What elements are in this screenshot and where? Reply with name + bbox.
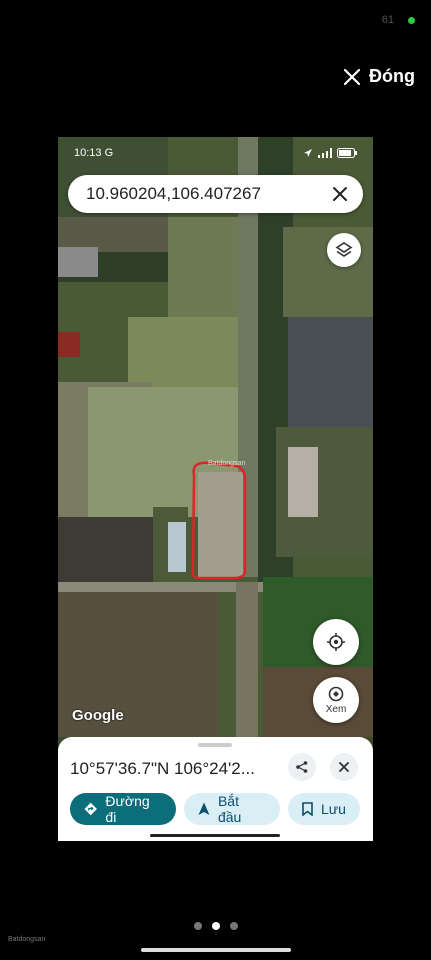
bookmark-icon: [302, 802, 313, 816]
clear-search-icon[interactable]: [331, 185, 349, 203]
search-input[interactable]: [84, 183, 328, 205]
navigation-arrow-icon: [198, 802, 210, 815]
save-button[interactable]: Lưu: [288, 793, 360, 825]
search-bar[interactable]: [68, 175, 363, 213]
directions-icon: [84, 802, 97, 816]
carrier-mark: G: [104, 147, 114, 159]
gallery-pagination: [0, 922, 431, 930]
crosshair-icon: [327, 633, 345, 651]
brand-logo: Batdongsan: [8, 936, 46, 943]
gesture-bar: [141, 948, 291, 952]
start-button[interactable]: Bắt đầu: [184, 793, 280, 825]
phone-time: 10:13: [74, 147, 102, 159]
close-sheet-icon: [339, 762, 349, 772]
phone-time-row: 10:13 G: [74, 147, 113, 159]
battery-icon: [337, 148, 357, 158]
screenshot-photo: Batdongsan 10:13 G 10.960204,106.407267 …: [58, 137, 373, 841]
save-label: Lưu: [321, 801, 346, 817]
coordinates-title: 10°57'36.7"N 106°24'2...: [70, 759, 255, 778]
place-sheet: 10°57'36.7"N 106°24'2... Đường đi Bắt đầ…: [58, 737, 373, 841]
page-dot-active[interactable]: [211, 922, 220, 930]
sheet-drag-handle[interactable]: [198, 743, 232, 747]
close-icon: [343, 68, 361, 85]
directions-button[interactable]: Đường đi: [70, 793, 176, 825]
start-label: Bắt đầu: [217, 793, 242, 825]
location-arrow-icon: [304, 149, 312, 157]
status-dot: [408, 16, 415, 24]
close-label: Đóng: [369, 66, 415, 86]
my-location-button[interactable]: [313, 619, 359, 665]
street-view-icon: [328, 686, 344, 702]
layers-button[interactable]: [327, 233, 361, 267]
phone-status-icons: [303, 148, 357, 158]
signal-icon: [318, 148, 332, 158]
layers-icon: [335, 242, 353, 257]
close-sheet-button[interactable]: [330, 753, 358, 781]
home-indicator: [150, 834, 280, 837]
share-icon: [296, 761, 308, 773]
phone-status-bar: 10:13 G: [74, 145, 357, 161]
page-dot[interactable]: [193, 922, 202, 930]
status-number: 61: [381, 14, 394, 26]
directions-label: Đường đi: [105, 793, 150, 825]
xem-button[interactable]: Xem: [313, 677, 359, 723]
xem-label: Xem: [325, 704, 347, 715]
share-button[interactable]: [288, 753, 316, 781]
page-dot[interactable]: [229, 922, 238, 930]
map-watermark: Batdongsan: [208, 460, 246, 467]
google-attribution: Google: [72, 707, 124, 724]
close-button[interactable]: Đóng: [343, 66, 415, 87]
system-status: 61: [382, 14, 415, 26]
